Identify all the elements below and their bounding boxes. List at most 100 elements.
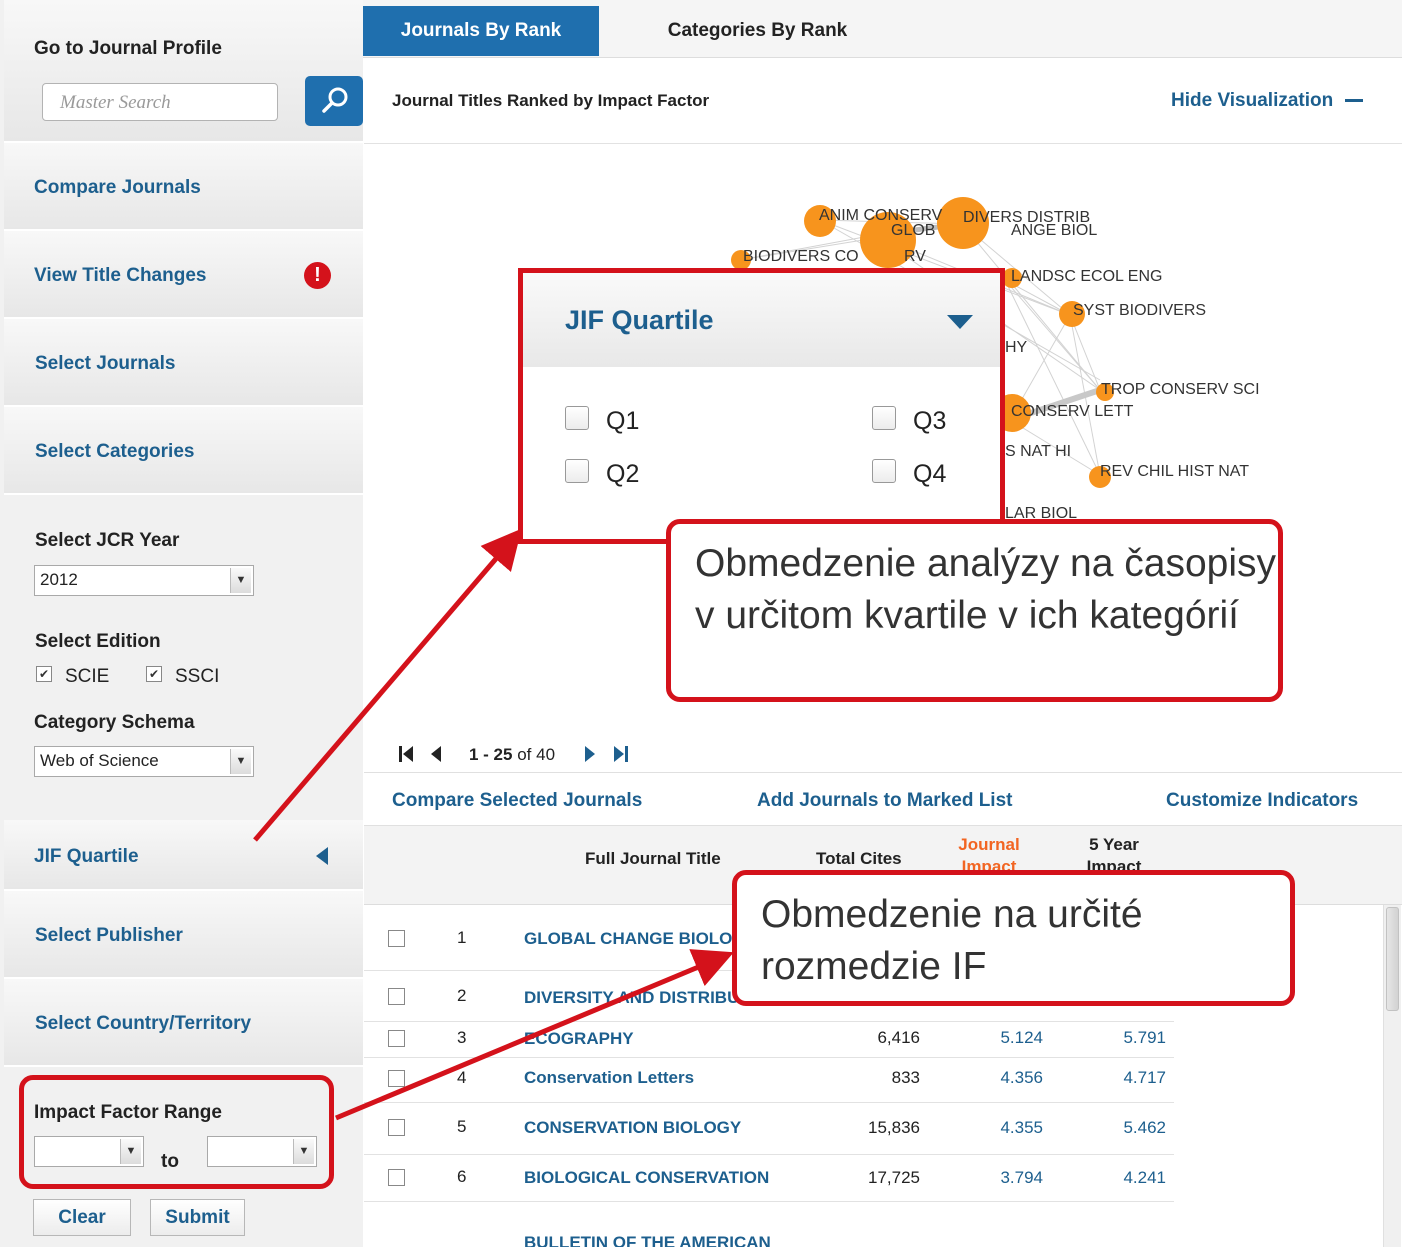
journal-impact: 4.355 xyxy=(1000,1118,1043,1137)
five-year-impact: 4.717 xyxy=(1123,1068,1166,1087)
compare-journals-link[interactable]: Compare Journals xyxy=(34,177,201,199)
q3-label: Q3 xyxy=(913,407,947,435)
node-label: HY xyxy=(1005,339,1028,356)
q2-checkbox[interactable] xyxy=(565,459,589,483)
select-journals-link[interactable]: Select Journals xyxy=(35,353,175,375)
select-country-link[interactable]: Select Country/Territory xyxy=(35,1013,251,1035)
q4-checkbox[interactable] xyxy=(872,459,896,483)
jif-quartile-link[interactable]: JIF Quartile xyxy=(34,846,139,868)
scie-checkbox[interactable]: ✔ xyxy=(36,666,52,682)
view-title-changes-link[interactable]: View Title Changes xyxy=(34,265,206,287)
minus-icon xyxy=(1344,99,1363,103)
category-schema-label: Category Schema xyxy=(34,712,195,733)
row-checkbox[interactable] xyxy=(388,930,405,947)
impact-factor-range-highlight: Impact Factor Range ▼ to ▼ xyxy=(19,1075,334,1189)
node-label: LANDSC ECOL ENG xyxy=(1011,268,1163,285)
hide-visualization-link[interactable]: Hide Visualization xyxy=(1171,90,1363,112)
row-checkbox[interactable] xyxy=(388,1119,405,1136)
node-label: RV xyxy=(904,248,926,265)
previous-page-icon[interactable] xyxy=(430,745,442,763)
table-scrollbar[interactable] xyxy=(1383,905,1401,1247)
journal-profile-section: Go to Journal Profile Master Search xyxy=(4,0,363,143)
master-search-input[interactable]: Master Search xyxy=(42,83,278,121)
clear-button[interactable]: Clear xyxy=(33,1199,131,1236)
row-divider xyxy=(364,1057,1174,1058)
journal-impact: 4.356 xyxy=(1000,1068,1043,1087)
row-rank: 3 xyxy=(457,1028,467,1047)
five-year-impact: 4.241 xyxy=(1123,1168,1166,1187)
first-page-icon[interactable] xyxy=(398,745,414,763)
search-icon xyxy=(322,87,348,113)
tab-categories-by-rank[interactable]: Categories By Rank xyxy=(620,6,895,56)
five-year-impact: 5.462 xyxy=(1123,1118,1166,1137)
caret-down-icon xyxy=(947,315,973,329)
search-button[interactable] xyxy=(305,76,363,126)
jif-panel-header[interactable]: JIF Quartile xyxy=(523,273,1000,367)
jcr-year-value: 2012 xyxy=(40,570,78,589)
select-journals-section[interactable]: Select Journals xyxy=(4,319,363,407)
select-categories-section[interactable]: Select Categories xyxy=(4,407,363,495)
q1-checkbox[interactable] xyxy=(565,406,589,430)
range-to-label: to xyxy=(161,1151,179,1172)
journal-title-link[interactable]: CONSERVATION BIOLOGY xyxy=(524,1118,741,1138)
row-divider xyxy=(364,1201,1174,1202)
select-country-section[interactable]: Select Country/Territory xyxy=(4,979,363,1067)
tab-journals-by-rank[interactable]: Journals By Rank xyxy=(363,6,599,56)
row-checkbox[interactable] xyxy=(388,1070,405,1087)
compare-journals-section[interactable]: Compare Journals xyxy=(4,143,363,231)
journal-title-link[interactable]: BIOLOGICAL CONSERVATION xyxy=(524,1168,769,1188)
q3-checkbox[interactable] xyxy=(872,406,896,430)
callout-quartile-text: Obmedzenie analýzy na časopisy v určitom… xyxy=(695,542,1276,637)
header-full-title[interactable]: Full Journal Title xyxy=(585,849,721,869)
next-page-icon[interactable] xyxy=(584,745,596,763)
select-publisher-link[interactable]: Select Publisher xyxy=(35,925,183,947)
divider xyxy=(364,143,1402,144)
q2-label: Q2 xyxy=(606,460,640,488)
total-cites: 17,725 xyxy=(868,1168,920,1187)
header-total-cites[interactable]: Total Cites xyxy=(816,849,902,869)
select-publisher-section[interactable]: Select Publisher xyxy=(4,891,363,979)
if-max-select[interactable]: ▼ xyxy=(207,1136,317,1167)
viz-subtitle: Journal Titles Ranked by Impact Factor xyxy=(392,91,710,110)
scrollbar-thumb[interactable] xyxy=(1386,907,1399,1011)
journal-title-link[interactable]: DIVERSITY AND DISTRIBU xyxy=(524,988,739,1008)
jif-panel-title: JIF Quartile xyxy=(565,305,714,335)
total-cites: 6,416 xyxy=(877,1028,920,1047)
category-schema-select[interactable]: Web of Science ▼ xyxy=(34,746,254,777)
row-rank: 6 xyxy=(457,1167,467,1186)
submit-button[interactable]: Submit xyxy=(150,1199,245,1236)
alert-icon: ! xyxy=(304,262,331,289)
if-min-select[interactable]: ▼ xyxy=(34,1136,144,1167)
add-to-marked-list-link[interactable]: Add Journals to Marked List xyxy=(757,790,1012,812)
journal-impact: 5.124 xyxy=(1000,1028,1043,1047)
page-range: 1 - 25 of 40 xyxy=(469,745,556,764)
jif-quartile-section[interactable]: JIF Quartile xyxy=(4,820,363,891)
node-label: S NAT HI xyxy=(1005,443,1072,460)
total-cites: 833 xyxy=(891,1068,920,1087)
journal-title-text: BULLETIN OF THE AMERICAN xyxy=(524,1236,771,1247)
last-page-icon[interactable] xyxy=(613,745,629,763)
journal-title-link[interactable]: ECOGRAPHY xyxy=(524,1029,634,1049)
pagination: 1 - 25 of 40 xyxy=(398,743,638,767)
node-label: SYST BIODIVERS xyxy=(1073,302,1207,319)
select-categories-link[interactable]: Select Categories xyxy=(35,441,194,463)
category-schema-value: Web of Science xyxy=(40,751,159,770)
row-checkbox[interactable] xyxy=(388,988,405,1005)
jcr-year-select[interactable]: 2012 ▼ xyxy=(34,565,254,596)
ssci-checkbox[interactable]: ✔ xyxy=(146,666,162,682)
row-rank: 1 xyxy=(457,928,467,947)
title-changes-section[interactable]: View Title Changes ! xyxy=(4,231,363,319)
callout-range: Obmedzenie na určité rozmedzie IF xyxy=(732,870,1295,1006)
node-label: TROP CONSERV SCI xyxy=(1101,381,1260,398)
journal-title-link-partial[interactable]: BULLETIN OF THE AMERICAN xyxy=(524,1236,771,1247)
customize-indicators-link[interactable]: Customize Indicators xyxy=(1166,790,1358,812)
journal-title-link[interactable]: GLOBAL CHANGE BIOLOG xyxy=(524,929,746,949)
compare-selected-journals-link[interactable]: Compare Selected Journals xyxy=(392,790,642,812)
row-divider xyxy=(364,1102,1174,1103)
node-label: CONSERV LETT xyxy=(1011,403,1134,420)
hide-visualization-label: Hide Visualization xyxy=(1171,90,1334,111)
node-label: REV CHIL HIST NAT xyxy=(1100,463,1250,480)
row-checkbox[interactable] xyxy=(388,1169,405,1186)
journal-title-link[interactable]: Conservation Letters xyxy=(524,1068,694,1088)
row-checkbox[interactable] xyxy=(388,1030,405,1047)
